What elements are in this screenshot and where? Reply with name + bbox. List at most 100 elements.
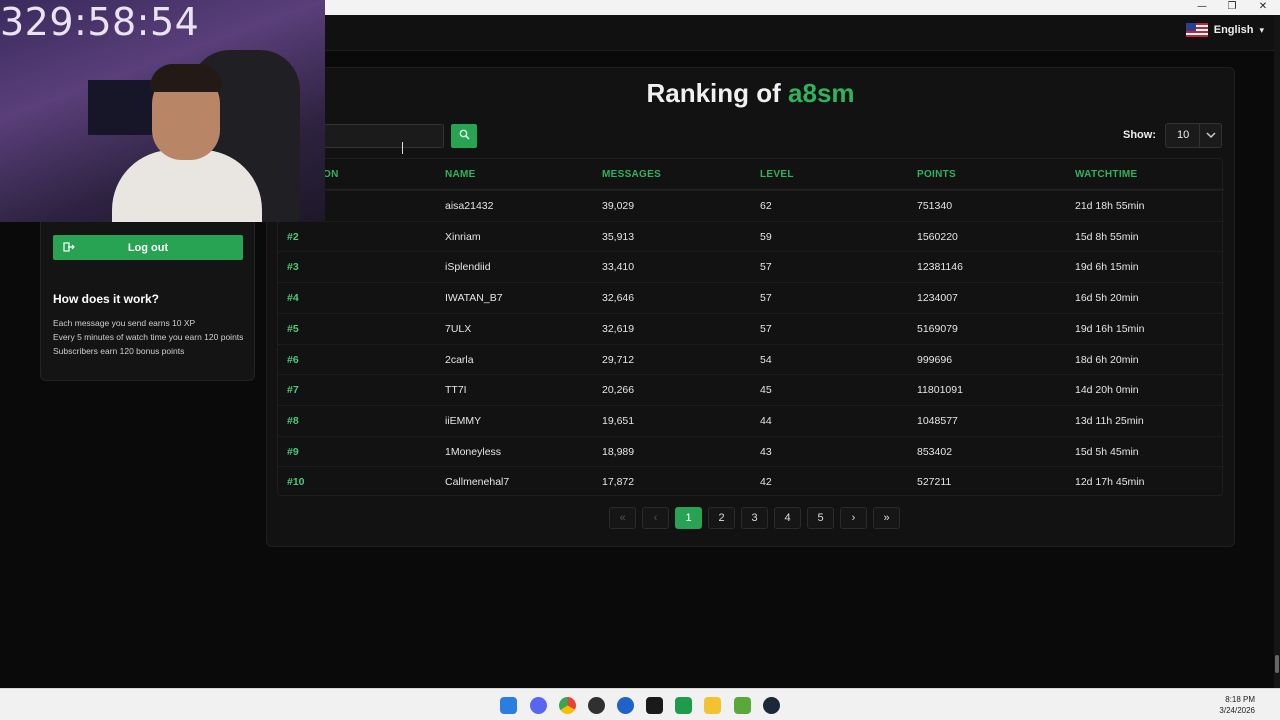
row-name: TT7I	[445, 384, 467, 397]
show-count-select[interactable]: 10	[1165, 123, 1222, 148]
row-points: 1234007	[917, 292, 958, 305]
page-4-button[interactable]: 4	[774, 507, 801, 529]
row-messages: 18,989	[602, 445, 635, 458]
row-level: 62	[760, 200, 772, 212]
how-line: Every 5 minutes of watch time you earn 1…	[53, 332, 244, 342]
row-points: 1048577	[917, 414, 958, 427]
search-icon	[459, 127, 470, 145]
row-level: 57	[760, 292, 772, 305]
row-name: 2carla	[445, 353, 474, 366]
row-name: Callmenehal7	[445, 476, 510, 489]
prev-page-button[interactable]: ‹	[642, 507, 669, 529]
row-level: 43	[760, 445, 772, 458]
last-page-button[interactable]: »	[873, 507, 900, 529]
table-row: #3 iSplendiid 33,410 57 12381146 19d 6h 15min	[278, 251, 1224, 282]
row-points: 853402	[917, 445, 953, 458]
row-level: 42	[760, 476, 772, 489]
minimize-button[interactable]: —	[1187, 0, 1217, 15]
page-5-button[interactable]: 5	[807, 507, 834, 529]
row-watchtime: 16d 5h 20min	[1075, 292, 1139, 305]
row-messages: 39,029	[602, 200, 635, 212]
webcam-overlay: 329:58:54	[0, 0, 325, 222]
table-row: #7 TT7I 20,266 45 11801091 14d 20h 0min	[278, 374, 1224, 405]
row-name: iiEMMY	[445, 414, 482, 427]
row-position: #6	[287, 353, 299, 366]
row-points: 11801091	[917, 384, 963, 397]
language-label: English	[1213, 24, 1254, 36]
row-level: 57	[760, 261, 772, 274]
row-points: 5169079	[917, 322, 958, 335]
channel-name: a8sm	[788, 78, 855, 108]
title-prefix: Ranking of	[646, 78, 781, 108]
xbox-icon[interactable]	[675, 697, 692, 714]
capcut-icon[interactable]	[646, 697, 663, 714]
row-watchtime: 15d 5h 45min	[1075, 445, 1139, 458]
stream-timer: 329:58:54	[0, 0, 200, 44]
page-scrollbar[interactable]	[1274, 15, 1280, 688]
how-line: Subscribers earn 120 bonus points	[53, 346, 185, 356]
next-page-button[interactable]: ›	[840, 507, 867, 529]
table-row: #6 2carla 29,712 54 999696 18d 6h 20min	[278, 343, 1224, 375]
row-watchtime: 19d 6h 15min	[1075, 261, 1139, 274]
table-row: #4 IWATAN_B7 32,646 57 1234007 16d 5h 20min	[278, 282, 1224, 313]
system-clock[interactable]: 8:18 PM 3/24/2026	[1219, 694, 1255, 716]
row-level: 44	[760, 414, 772, 427]
table-row: aisa21432 39,029 62 751340 21d 18h 55min	[278, 190, 1224, 221]
table-row: #10 Callmenehal7 17,872 42 527211 12d 17h 45m…	[278, 466, 1224, 497]
page-1-button[interactable]: 1	[675, 507, 702, 529]
obs-icon[interactable]	[588, 697, 605, 714]
row-position: #4	[287, 292, 299, 305]
page-3-button[interactable]: 3	[741, 507, 768, 529]
row-points: 1560220	[917, 230, 958, 243]
column-header-watchtime: WATCHTIME	[1075, 169, 1138, 180]
maximize-button[interactable]: ❐	[1217, 0, 1247, 15]
how-it-works-title: How does it work?	[53, 292, 160, 306]
row-position: #10	[287, 476, 305, 489]
row-watchtime: 13d 11h 25min	[1075, 414, 1144, 427]
close-button[interactable]: ✕	[1248, 0, 1278, 15]
logout-label: Log out	[127, 241, 169, 254]
streamer-hair	[150, 64, 222, 92]
row-level: 57	[760, 322, 772, 335]
row-messages: 20,266	[602, 384, 635, 397]
us-flag-icon	[1185, 23, 1208, 37]
row-position: #2	[287, 230, 299, 243]
how-line: Each message you send earns 10 XP	[53, 318, 196, 328]
scrollbar-thumb[interactable]	[1275, 655, 1279, 673]
search-button[interactable]	[451, 124, 477, 148]
page-2-button[interactable]: 2	[708, 507, 735, 529]
column-header-level: LEVEL	[760, 169, 794, 180]
app-icon[interactable]	[617, 697, 634, 714]
discord-icon[interactable]	[530, 697, 547, 714]
row-watchtime: 12d 17h 45min	[1075, 476, 1145, 489]
row-messages: 17,872	[602, 476, 635, 489]
row-position: #9	[287, 445, 299, 458]
row-points: 999696	[917, 353, 953, 366]
row-messages: 35,913	[602, 230, 635, 243]
logout-icon	[63, 241, 75, 253]
row-name: IWATAN_B7	[445, 292, 503, 305]
minecraft-icon[interactable]	[734, 697, 751, 714]
row-watchtime: 19d 16h 15min	[1075, 322, 1145, 335]
table-row: #5 7ULX 32,619 57 5169079 19d 16h 15min	[278, 312, 1224, 344]
column-header-points: POINTS	[917, 169, 957, 180]
row-name: Xinriam	[445, 230, 481, 243]
row-name: 7ULX	[445, 322, 472, 335]
logout-button[interactable]: Log out	[53, 235, 243, 260]
row-messages: 32,619	[602, 322, 635, 335]
steam-icon[interactable]	[763, 697, 780, 714]
row-points: 12381146	[917, 261, 963, 274]
row-name: 1Moneyless	[445, 445, 502, 458]
start-icon[interactable]	[500, 697, 517, 714]
language-selector[interactable]: English ▾	[1185, 23, 1264, 37]
row-level: 45	[760, 384, 772, 397]
file-explorer-icon[interactable]	[704, 697, 721, 714]
ranking-table: ON NAME MESSAGES LEVEL POINTS WATCHTIME …	[277, 158, 1224, 497]
chevron-down-icon: ▾	[1259, 24, 1264, 35]
row-name: iSplendiid	[445, 261, 491, 274]
page-title: Ranking of a8sm	[266, 78, 1235, 109]
row-position: #8	[287, 414, 299, 427]
column-header-messages: MESSAGES	[602, 169, 662, 180]
chrome-icon[interactable]	[559, 697, 576, 714]
first-page-button[interactable]: «	[609, 507, 636, 529]
